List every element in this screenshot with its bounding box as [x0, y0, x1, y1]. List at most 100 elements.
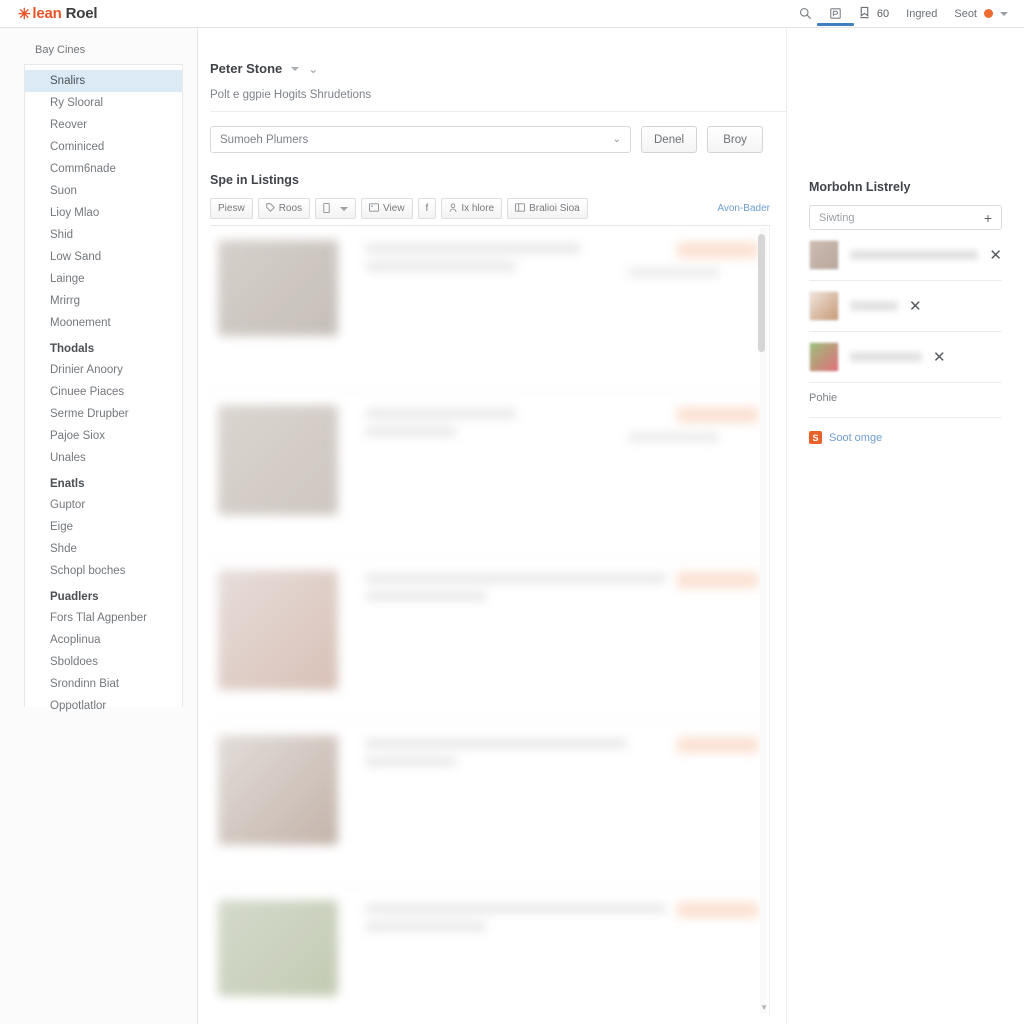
- avatar: [809, 291, 839, 321]
- scrollbar-thumb[interactable]: [758, 234, 765, 352]
- right-panel-item-name: [850, 352, 922, 362]
- sidebar-item-10[interactable]: Mrirrg: [25, 290, 182, 312]
- sidebar-item-0-3[interactable]: Fors Tlal Agpenber: [25, 607, 182, 629]
- listing-text-line: [366, 574, 666, 583]
- sidebar-item-0-1[interactable]: Drinier Anoory: [25, 359, 182, 381]
- toolbar-button-3[interactable]: View: [361, 198, 413, 219]
- sidebar-item-1[interactable]: Ry Slooral: [25, 92, 182, 114]
- sidebar-item-4-3[interactable]: Oppotlatlor: [25, 695, 182, 717]
- sidebar-item-7[interactable]: Shid: [25, 224, 182, 246]
- search-icon[interactable]: [799, 0, 812, 28]
- sidebar-item-9[interactable]: Lainge: [25, 268, 182, 290]
- sidebar-item-2[interactable]: Reover: [25, 114, 182, 136]
- right-panel-search-input[interactable]: Siwting +: [809, 205, 1002, 230]
- toolbar-button-2[interactable]: [315, 198, 357, 219]
- plus-icon[interactable]: +: [984, 211, 992, 225]
- sidebar-item-11[interactable]: Moonement: [25, 312, 182, 334]
- page-body: Bay Cines Snalirs Ry Slooral Reover Cominic…: [0, 28, 1024, 1024]
- sidebar-group-header: Puadlers: [50, 591, 99, 603]
- app-logo[interactable]: ✳ lean Roel: [18, 5, 98, 23]
- topbar-link[interactable]: Ingred: [906, 8, 937, 20]
- bookmark-count: 60: [876, 7, 890, 20]
- right-panel-search-value: Siwting: [819, 211, 855, 224]
- sidebar-item-3[interactable]: Cominiced: [25, 136, 182, 158]
- sidebar-item-3-3[interactable]: Srondinn Biat: [25, 673, 182, 695]
- apply-button[interactable]: Broy: [707, 126, 764, 153]
- right-panel: Morbohn Listrely Siwting + ✕ ✕ ✕ Pohie S S…: [786, 28, 1024, 1024]
- listings-list: ▼: [210, 226, 770, 1016]
- page-subtitle: Polt e ggpie Hogits Shrudetions: [210, 89, 372, 101]
- tag-icon: [265, 203, 275, 214]
- right-panel-item[interactable]: ✕: [809, 332, 1002, 383]
- right-panel-item[interactable]: ✕: [809, 230, 1002, 281]
- listing-text-line: [366, 427, 456, 436]
- sidebar-item-2-3[interactable]: Sboldoes: [25, 651, 182, 673]
- logo-text-secondary: Roel: [65, 5, 98, 22]
- right-panel-item-name: [850, 301, 898, 311]
- sidebar-nav-card: Snalirs Ry Slooral Reover Cominiced Comm6nad…: [24, 64, 183, 712]
- sidebar-item-0-2[interactable]: Guptor: [25, 494, 182, 516]
- listing-meta-line: [629, 433, 719, 442]
- sidebar-item-1-3[interactable]: Acoplinua: [25, 629, 182, 651]
- sidebar-item-8[interactable]: Low Sand: [25, 246, 182, 268]
- listing-meta: [666, 900, 759, 1016]
- sidebar-item-5[interactable]: Suon: [25, 180, 182, 202]
- listing-meta: [629, 405, 759, 555]
- close-icon[interactable]: ✕: [933, 350, 946, 365]
- left-sidebar: Bay Cines Snalirs Ry Slooral Reover Cominic…: [0, 28, 198, 1024]
- sidebar-item-3-2[interactable]: Schopl boches: [25, 560, 182, 582]
- listing-row[interactable]: [210, 556, 769, 721]
- account-select[interactable]: Sumoeh Plumers ⌄: [210, 126, 631, 153]
- listing-text-line: [366, 262, 516, 271]
- listing-row[interactable]: [210, 721, 769, 886]
- list-toolbar: Piesw Roos View f Ix hlore Bralioi Sioa Avon-B…: [210, 198, 770, 226]
- toolbar-button-1[interactable]: Roos: [257, 198, 311, 219]
- panel-icon[interactable]: [816, 0, 854, 28]
- sidebar-item-0[interactable]: Snalirs: [25, 70, 182, 92]
- list-scrollbar[interactable]: [758, 228, 767, 1014]
- sidebar-item-2-1[interactable]: Serme Drupber: [25, 403, 182, 425]
- bookmark-icon: [859, 6, 870, 22]
- sidebar-group-header: Thodals: [50, 343, 95, 355]
- main-content: Peter Stone ⌄ Polt e ggpie Hogits Shrude…: [198, 28, 1024, 1024]
- cancel-button[interactable]: Denel: [641, 126, 698, 153]
- top-navbar: ✳ lean Roel 60 Ingred Seot: [0, 0, 1024, 28]
- listing-row[interactable]: [210, 226, 769, 391]
- toolbar-button-label: View: [383, 203, 405, 214]
- listing-body: [338, 240, 629, 390]
- listing-row[interactable]: [210, 886, 769, 1016]
- sidebar-item-3-1[interactable]: Pajoe Siox: [25, 425, 182, 447]
- sidebar-item-6[interactable]: Lioy Mlao: [25, 202, 182, 224]
- avatar: [809, 240, 839, 270]
- listing-meta-line: [629, 268, 719, 277]
- toolbar-link[interactable]: Avon-Bader: [717, 203, 770, 214]
- person-icon: [449, 202, 457, 215]
- listing-row[interactable]: [210, 391, 769, 556]
- close-icon[interactable]: ✕: [989, 248, 1002, 263]
- toolbar-button-0[interactable]: Piesw: [210, 198, 253, 219]
- sidebar-item-1-2[interactable]: Eige: [25, 516, 182, 538]
- bookmark-counter[interactable]: 60: [859, 6, 889, 22]
- close-icon[interactable]: ✕: [909, 299, 922, 314]
- chevron-down-icon: [1000, 11, 1008, 16]
- caret-down-icon: [291, 66, 300, 71]
- listing-text-line: [366, 757, 456, 766]
- sidebar-item-4[interactable]: Comm6nade: [25, 158, 182, 180]
- logo-text-primary: lean: [32, 5, 62, 22]
- chevron-down-icon[interactable]: ⌄: [308, 63, 318, 75]
- sidebar-item-4-1[interactable]: Unales: [25, 447, 182, 469]
- toolbar-button-5[interactable]: Ix hlore: [441, 198, 503, 219]
- sidebar-item-1-1[interactable]: Cinuee Piaces: [25, 381, 182, 403]
- account-menu[interactable]: Seot: [954, 8, 1008, 20]
- toolbar-button-4[interactable]: f: [417, 198, 437, 219]
- right-panel-items: ✕ ✕ ✕: [809, 230, 1002, 383]
- listing-body: [338, 405, 629, 555]
- right-panel-item[interactable]: ✕: [809, 281, 1002, 332]
- listing-body: [338, 735, 629, 885]
- toolbar-button-6[interactable]: Bralioi Sioa: [507, 198, 588, 219]
- right-panel-title: Morbohn Listrely: [809, 180, 911, 194]
- sidebar-item-2-2[interactable]: Shde: [25, 538, 182, 560]
- scroll-down-icon[interactable]: ▼: [760, 1003, 768, 1012]
- right-panel-footer-link: Soot omge: [829, 431, 883, 444]
- right-panel-footer[interactable]: S Soot omge: [809, 431, 1002, 444]
